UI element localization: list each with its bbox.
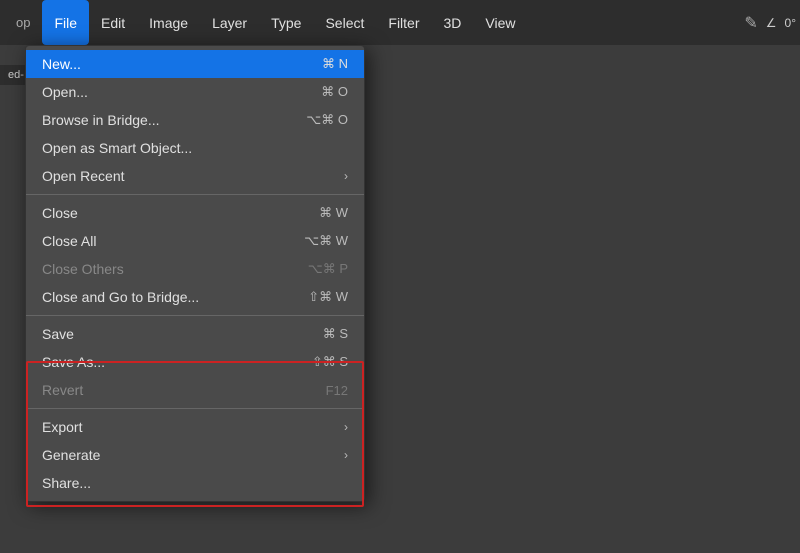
edit-toolbar-icon: ✎ (744, 13, 757, 33)
file-dropdown-menu: New... ⌘ N Open... ⌘ O Browse in Bridge.… (25, 45, 365, 502)
menu-item-open[interactable]: Open... ⌘ O (26, 78, 364, 106)
menu-item-new-label: New... (42, 56, 302, 72)
menu-item-save-as-label: Save As... (42, 354, 292, 370)
menu-image[interactable]: Image (137, 0, 200, 45)
menu-item-revert: Revert F12 (26, 376, 364, 404)
divider-1 (26, 194, 364, 195)
menu-item-close-all-shortcut: ⌥⌘ W (304, 233, 348, 249)
menu-item-open-smart[interactable]: Open as Smart Object... (26, 134, 364, 162)
menu-item-open-label: Open... (42, 84, 301, 100)
menu-file[interactable]: File (42, 0, 89, 45)
menu-edit[interactable]: Edit (89, 0, 137, 45)
menu-item-generate[interactable]: Generate › (26, 441, 364, 469)
menu-item-close-all-label: Close All (42, 233, 284, 249)
menu-item-browse-bridge[interactable]: Browse in Bridge... ⌥⌘ O (26, 106, 364, 134)
menu-item-export-label: Export (42, 419, 344, 435)
generate-arrow-icon: › (344, 448, 348, 462)
divider-2 (26, 315, 364, 316)
menu-item-open-recent-label: Open Recent (42, 168, 344, 184)
menu-3d[interactable]: 3D (432, 0, 474, 45)
menu-item-save-label: Save (42, 326, 303, 342)
menu-item-browse-bridge-label: Browse in Bridge... (42, 112, 286, 128)
menu-item-share[interactable]: Share... (26, 469, 364, 497)
menu-view[interactable]: View (473, 0, 527, 45)
menu-item-close-label: Close (42, 205, 299, 221)
app-name: op (4, 0, 42, 45)
menu-item-close-shortcut: ⌘ W (319, 205, 348, 221)
menu-item-generate-label: Generate (42, 447, 344, 463)
menu-item-close[interactable]: Close ⌘ W (26, 199, 364, 227)
angle-value: 0° (785, 16, 796, 30)
open-recent-arrow-icon: › (344, 169, 348, 183)
menu-item-close-others-shortcut: ⌥⌘ P (308, 261, 348, 277)
menu-item-open-recent[interactable]: Open Recent › (26, 162, 364, 190)
menu-type[interactable]: Type (259, 0, 313, 45)
angle-icon: ∠ (766, 16, 777, 30)
menu-item-export[interactable]: Export › (26, 413, 364, 441)
menu-item-close-bridge-label: Close and Go to Bridge... (42, 289, 288, 305)
menu-layer[interactable]: Layer (200, 0, 259, 45)
menu-item-browse-bridge-shortcut: ⌥⌘ O (306, 112, 348, 128)
menu-item-close-bridge-shortcut: ⇧⌘ W (308, 289, 348, 305)
menu-filter[interactable]: Filter (376, 0, 431, 45)
menu-item-close-others-label: Close Others (42, 261, 288, 277)
menubar: op File Edit Image Layer Type Select Fil… (0, 0, 800, 45)
menu-item-share-label: Share... (42, 475, 328, 491)
divider-3 (26, 408, 364, 409)
content-area: ed- New... ⌘ N Open... ⌘ O Browse in Bri… (0, 45, 800, 513)
export-arrow-icon: › (344, 420, 348, 434)
menu-item-new[interactable]: New... ⌘ N (26, 50, 364, 78)
menu-item-save-shortcut: ⌘ S (323, 326, 348, 342)
menu-item-save[interactable]: Save ⌘ S (26, 320, 364, 348)
menu-item-open-smart-label: Open as Smart Object... (42, 140, 328, 156)
menu-item-open-shortcut: ⌘ O (321, 84, 348, 100)
menu-item-revert-shortcut: F12 (326, 383, 348, 398)
menu-item-revert-label: Revert (42, 382, 306, 398)
menu-select[interactable]: Select (313, 0, 376, 45)
menu-item-close-others: Close Others ⌥⌘ P (26, 255, 364, 283)
menu-item-close-all[interactable]: Close All ⌥⌘ W (26, 227, 364, 255)
menu-item-save-as[interactable]: Save As... ⇧⌘ S (26, 348, 364, 376)
menu-item-new-shortcut: ⌘ N (322, 56, 348, 72)
menu-item-save-as-shortcut: ⇧⌘ S (312, 354, 348, 370)
menu-item-close-bridge[interactable]: Close and Go to Bridge... ⇧⌘ W (26, 283, 364, 311)
